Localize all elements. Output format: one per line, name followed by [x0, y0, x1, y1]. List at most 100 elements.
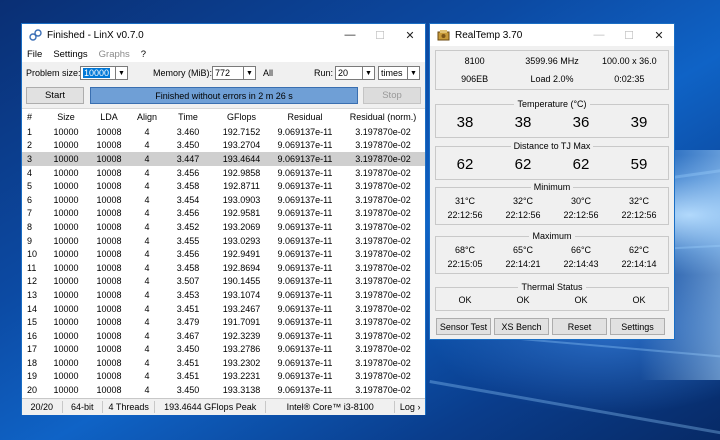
table-cell: 9.069137e-11 [277, 303, 333, 314]
table-cell: 3.467 [176, 330, 200, 341]
run-combo[interactable]: 20 ▼ [335, 66, 375, 80]
table-row[interactable]: 3 10000 10008 4 3.447 193.4644 9.069137e-11 3.1… [22, 152, 425, 166]
menu-help[interactable]: ? [136, 49, 152, 60]
column-header[interactable]: Size [46, 109, 86, 125]
table-cell: 193.2704 [222, 140, 261, 151]
table-cell: 1 [27, 126, 33, 137]
min-time: 22:12:56 [563, 210, 599, 220]
reset-button[interactable]: Reset [552, 318, 607, 335]
table-cell: 192.8711 [223, 181, 260, 192]
stop-button[interactable]: Stop [363, 87, 421, 104]
menu-file[interactable]: File [22, 49, 48, 60]
table-cell: 10008 [96, 371, 122, 382]
start-button[interactable]: Start [26, 87, 84, 104]
table-row[interactable]: 6 10000 10008 4 3.454 193.0903 9.069137e-11 3.1… [22, 193, 425, 207]
table-row[interactable]: 16 10000 10008 4 3.467 192.3239 9.069137e-11 3.… [22, 329, 425, 343]
table-cell: 193.0293 [222, 235, 261, 246]
menu-graphs[interactable]: Graphs [94, 49, 136, 60]
linx-title-bar[interactable]: Finished - LinX v0.7.0 — ☐ ✕ [22, 24, 425, 46]
column-header[interactable]: Residual [269, 109, 341, 125]
core-temperature: 38 [456, 114, 474, 131]
table-row[interactable]: 10 10000 10008 4 3.456 192.9491 9.069137e-11 3.… [22, 247, 425, 261]
min-temp: 31°C [454, 196, 476, 206]
table-cell: 3.507 [176, 276, 200, 287]
table-row[interactable]: 13 10000 10008 4 3.453 193.1074 9.069137e-11 3.… [22, 288, 425, 302]
table-row[interactable]: 2 10000 10008 4 3.450 193.2704 9.069137e-11 3.1… [22, 139, 425, 153]
table-row[interactable]: 9 10000 10008 4 3.455 193.0293 9.069137e-11 3.1… [22, 234, 425, 248]
table-cell: 10008 [96, 303, 122, 314]
chevron-down-icon[interactable]: ▼ [408, 66, 420, 80]
minimize-button[interactable]: — [335, 24, 365, 46]
table-cell: 10008 [96, 262, 122, 273]
problem-size-input[interactable]: 10000 [80, 66, 116, 80]
table-cell: 10000 [53, 181, 79, 192]
xs-bench-button[interactable]: XS Bench [494, 318, 549, 335]
table-row[interactable]: 5 10000 10008 4 3.458 192.8711 9.069137e-11 3.1… [22, 179, 425, 193]
cpu-multiplier: 100.00 x 36.0 [602, 56, 657, 66]
table-cell: 4 [144, 167, 150, 178]
table-row[interactable]: 19 10000 10008 4 3.451 193.2231 9.069137e-11 3.… [22, 370, 425, 384]
memory-combo[interactable]: 772 ▼ [212, 66, 256, 80]
settings-button[interactable]: Settings [610, 318, 665, 335]
table-cell: 193.3138 [222, 385, 261, 396]
log-button[interactable]: Log › [395, 401, 425, 413]
table-cell: 10008 [96, 289, 122, 300]
table-cell: 9.069137e-11 [277, 262, 333, 273]
run-unit-combo[interactable]: times ▼ [378, 66, 420, 80]
minimize-button[interactable]: — [584, 24, 614, 46]
table-cell: 10000 [53, 140, 79, 151]
realtemp-title-bar[interactable]: RealTemp 3.70 — ☐ ✕ [430, 24, 674, 46]
all-label[interactable]: All [263, 68, 273, 78]
table-row[interactable]: 15 10000 10008 4 3.479 191.7091 9.069137e-11 3.… [22, 315, 425, 329]
min-time: 22:12:56 [505, 210, 541, 220]
core-distance: 62 [456, 156, 474, 173]
sensor-test-button[interactable]: Sensor Test [436, 318, 491, 335]
memory-input[interactable]: 772 [212, 66, 244, 80]
table-cell: 10008 [86, 152, 132, 166]
table-row[interactable]: 8 10000 10008 4 3.452 193.2069 9.069137e-11 3.1… [22, 220, 425, 234]
max-temp: 66°C [570, 245, 592, 255]
table-row[interactable]: 20 10000 10008 4 3.450 193.3138 9.069137e-11 3.… [22, 383, 425, 397]
chevron-down-icon[interactable]: ▼ [244, 66, 256, 80]
column-header[interactable]: # [22, 109, 46, 125]
thermal-status: OK [516, 295, 530, 305]
status-cpu: Intel® Core™ i3-8100 [266, 401, 396, 413]
problem-size-combo[interactable]: 10000 ▼ [80, 66, 128, 80]
run-unit-select[interactable]: times [378, 66, 408, 80]
cpu-info-row-1: 8100 3599.96 MHz 100.00 x 36.0 [436, 56, 668, 66]
table-row[interactable]: 17 10000 10008 4 3.450 193.2786 9.069137e-11 3.… [22, 343, 425, 357]
table-row[interactable]: 7 10000 10008 4 3.456 192.9581 9.069137e-11 3.1… [22, 207, 425, 221]
table-row[interactable]: 14 10000 10008 4 3.451 193.2467 9.069137e-11 3.… [22, 302, 425, 316]
table-cell: 4 [144, 235, 150, 246]
table-row[interactable]: 11 10000 10008 4 3.458 192.8694 9.069137e-11 3.… [22, 261, 425, 275]
table-cell: 10000 [53, 167, 79, 178]
table-row[interactable]: 1 10000 10008 4 3.460 192.7152 9.069137e-11 3.1… [22, 125, 425, 139]
maximize-button[interactable]: ☐ [365, 24, 395, 46]
table-row[interactable]: 12 10000 10008 4 3.507 190.1455 9.069137e-11 3.… [22, 275, 425, 289]
table-cell: 3.450 [176, 385, 200, 396]
column-header[interactable]: GFlops [214, 109, 269, 125]
table-cell: 3.197870e-02 [355, 208, 411, 219]
close-button[interactable]: ✕ [395, 24, 425, 46]
results-table-container[interactable]: # Size LDA Align Time GFlops Residual Residual … [22, 108, 425, 399]
maximize-button[interactable]: ☐ [614, 24, 644, 46]
chevron-down-icon[interactable]: ▼ [116, 66, 128, 80]
run-input[interactable]: 20 [335, 66, 363, 80]
table-row[interactable]: 4 10000 10008 4 3.456 192.9858 9.069137e-11 3.1… [22, 166, 425, 180]
close-button[interactable]: ✕ [644, 24, 674, 46]
table-cell: 9.069137e-11 [277, 344, 333, 355]
table-row[interactable]: 18 10000 10008 4 3.451 193.2302 9.069137e-11 3.… [22, 356, 425, 370]
table-cell: 3.453 [176, 289, 200, 300]
max-time: 22:14:14 [621, 259, 657, 269]
column-header[interactable]: Residual (norm.) [341, 109, 425, 125]
maximum-title: Maximum [529, 231, 575, 241]
menu-settings[interactable]: Settings [48, 49, 93, 60]
table-cell: 4 [144, 289, 150, 300]
table-cell: 10008 [96, 181, 122, 192]
chevron-down-icon[interactable]: ▼ [363, 66, 375, 80]
column-header[interactable]: Time [162, 109, 214, 125]
column-header[interactable]: Align [132, 109, 162, 125]
table-cell: 6 [27, 194, 33, 205]
column-header[interactable]: LDA [86, 109, 132, 125]
min-temp: 32°C [628, 196, 650, 206]
